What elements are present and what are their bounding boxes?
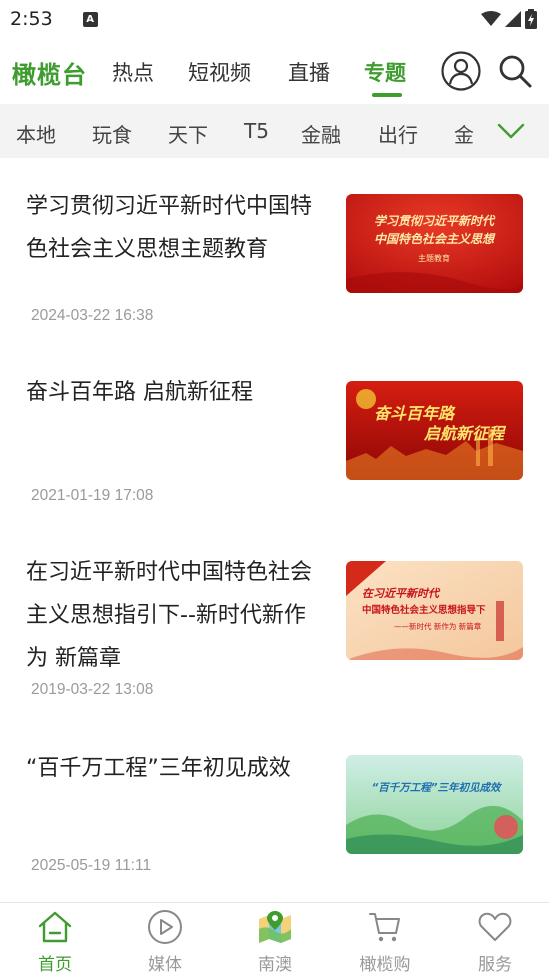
status-icons xyxy=(481,9,537,29)
thumb-text-line: 在习近平新时代 xyxy=(362,587,441,600)
signal-icon xyxy=(505,11,521,27)
tab-live[interactable]: 直播 xyxy=(288,57,330,87)
news-thumbnail[interactable]: “百千万工程”三年初见成效 xyxy=(346,755,523,854)
thumb-text-line: ——新时代 新作为 新篇章 xyxy=(394,621,482,631)
news-title[interactable]: 奋斗百年路 启航新征程 xyxy=(26,371,326,414)
category-world[interactable]: 天下 xyxy=(168,119,208,148)
news-feed: 学习贯彻习近平新时代中国特色社会主义思想主题教育 2024-03-22 16:3… xyxy=(0,158,549,902)
heart-icon xyxy=(478,912,512,941)
home-icon xyxy=(38,911,72,943)
bottom-nav-shop[interactable]: 橄榄购 xyxy=(330,903,440,976)
category-strip: 本地 玩食 天下 T5 金融 出行 金 xyxy=(0,104,549,158)
news-date: 2019-03-22 13:08 xyxy=(31,681,154,698)
news-item[interactable]: “百千万工程”三年初见成效 2025-05-19 11:11 “百千万工程”三年… xyxy=(0,720,549,902)
tab-hot[interactable]: 热点 xyxy=(112,57,154,87)
news-date: 2024-03-22 16:38 xyxy=(31,307,154,324)
category-food[interactable]: 玩食 xyxy=(92,119,132,148)
news-title[interactable]: “百千万工程”三年初见成效 xyxy=(26,747,326,790)
bottom-nav-label: 南澳 xyxy=(258,955,292,975)
notification-a-icon: A xyxy=(82,11,98,27)
status-bar: 2:53 A xyxy=(0,0,549,38)
active-tab-indicator xyxy=(372,93,402,97)
top-nav: 橄榄台 热点 短视频 直播 专题 xyxy=(0,38,549,104)
map-icon xyxy=(259,911,291,943)
thumb-text-line: 主题教育 xyxy=(418,253,450,263)
thumb-text-line: 中国特色社会主义思想 xyxy=(374,232,496,246)
tab-special[interactable]: 专题 xyxy=(364,57,406,87)
news-item[interactable]: 学习贯彻习近平新时代中国特色社会主义思想主题教育 2024-03-22 16:3… xyxy=(0,158,549,344)
news-date: 2025-05-19 11:11 xyxy=(31,857,152,874)
thumb-text-line: 中国特色社会主义思想指导下 xyxy=(362,604,486,616)
tab-short-video[interactable]: 短视频 xyxy=(188,57,251,87)
bottom-nav-nanao[interactable]: 南澳 xyxy=(220,903,330,976)
thumb-text-line: “百千万工程”三年初见成效 xyxy=(371,781,503,794)
cart-icon xyxy=(369,913,400,942)
category-finance[interactable]: 金融 xyxy=(301,119,341,148)
search-icon[interactable] xyxy=(497,53,533,89)
bottom-nav-label: 首页 xyxy=(38,955,72,975)
bottom-nav-home[interactable]: 首页 xyxy=(0,903,110,976)
brand-logo-text[interactable]: 橄榄台 xyxy=(12,55,87,90)
user-avatar-icon[interactable] xyxy=(441,51,481,91)
wifi-icon xyxy=(481,11,501,26)
bottom-nav-service[interactable]: 服务 xyxy=(440,903,549,976)
play-icon xyxy=(148,910,182,944)
category-t5[interactable]: T5 xyxy=(244,119,269,143)
bottom-nav-label: 媒体 xyxy=(148,955,182,975)
news-title[interactable]: 学习贯彻习近平新时代中国特色社会主义思想主题教育 xyxy=(26,185,326,271)
status-time: 2:53 xyxy=(10,8,53,30)
bottom-nav-label: 服务 xyxy=(478,955,512,975)
bottom-nav-media[interactable]: 媒体 xyxy=(110,903,220,976)
thumb-text-line: 启航新征程 xyxy=(423,424,507,443)
category-local[interactable]: 本地 xyxy=(16,119,56,148)
bottom-nav-label: 橄榄购 xyxy=(359,955,411,975)
news-title[interactable]: 在习近平新时代中国特色社会主义思想指引下--新时代新作为 新篇章 xyxy=(26,551,326,680)
thumb-text-line: 学习贯彻习近平新时代 xyxy=(374,214,496,228)
battery-icon xyxy=(525,9,537,29)
news-thumbnail[interactable]: 学习贯彻习近平新时代 中国特色社会主义思想 主题教育 xyxy=(346,194,523,293)
news-date: 2021-01-19 17:08 xyxy=(31,487,154,504)
thumb-text-line: 奋斗百年路 xyxy=(374,404,456,423)
news-thumbnail[interactable]: 奋斗百年路 启航新征程 xyxy=(346,381,523,480)
news-item[interactable]: 在习近平新时代中国特色社会主义思想指引下--新时代新作为 新篇章 2019-03… xyxy=(0,524,549,720)
chevron-down-icon[interactable] xyxy=(497,122,525,140)
news-item[interactable]: 奋斗百年路 启航新征程 2021-01-19 17:08 奋斗百年路 启航新征程 xyxy=(0,344,549,524)
news-thumbnail[interactable]: 在习近平新时代 中国特色社会主义思想指导下 ——新时代 新作为 新篇章 xyxy=(346,561,523,660)
bottom-nav: 首页 媒体 南澳 橄榄购 服务 xyxy=(0,902,549,976)
category-travel[interactable]: 出行 xyxy=(378,119,418,148)
